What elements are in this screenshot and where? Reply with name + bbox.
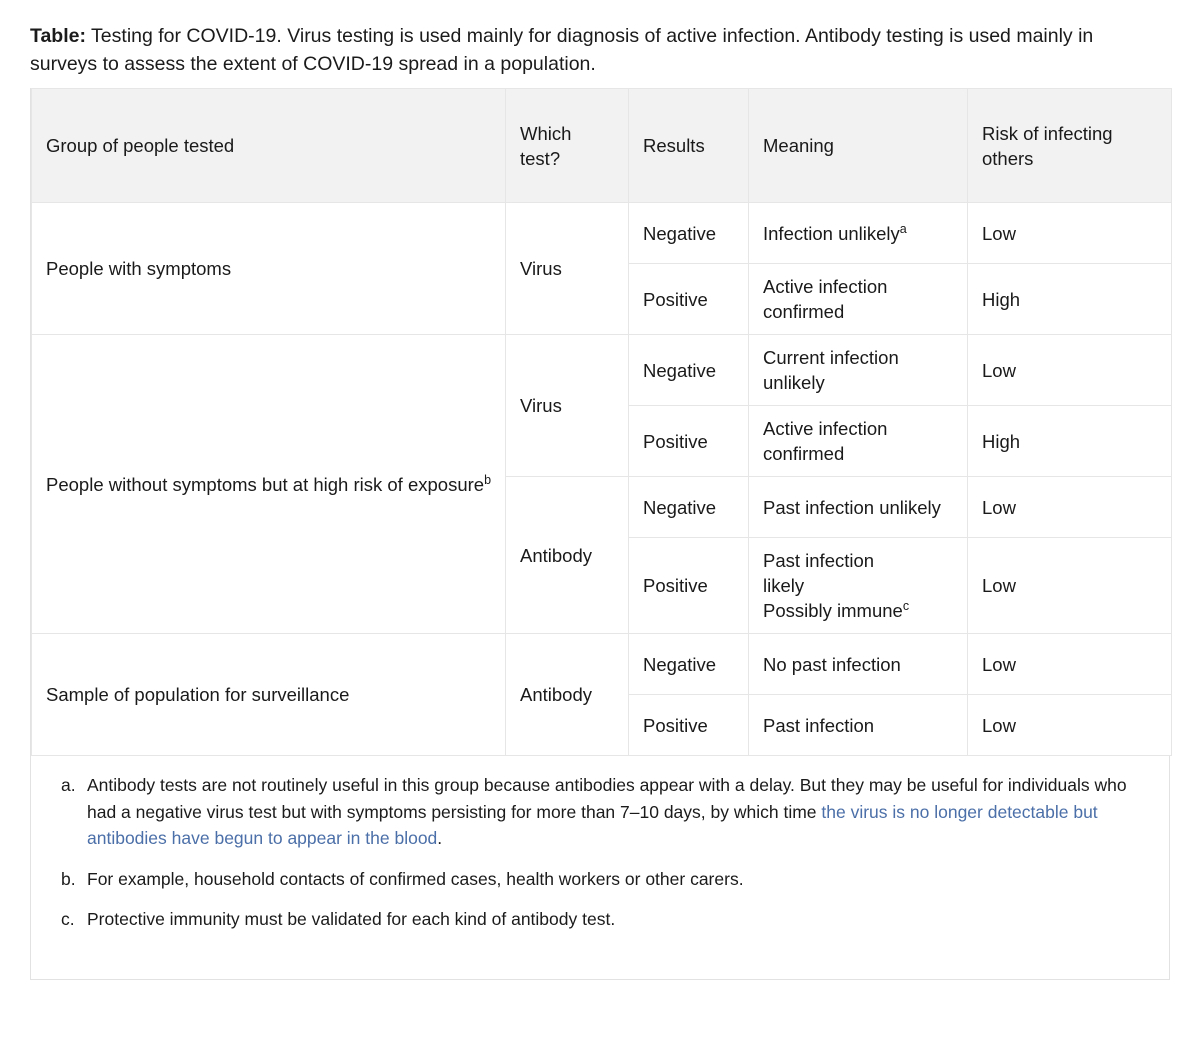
meaning-text-line3: Possibly immunec [763, 598, 953, 623]
footnote-a-tail: . [437, 828, 443, 848]
meaning-text-line3-label: Possibly immune [763, 600, 903, 621]
result-cell: Positive [628, 405, 749, 477]
table-frame: Group of people tested Which test? Resul… [30, 88, 1172, 980]
meaning-text: Infection unlikely [763, 222, 900, 244]
risk-cell: Low [967, 202, 1172, 264]
result-cell: Positive [628, 263, 749, 335]
footnote-ref-a: a [899, 221, 907, 236]
risk-cell: Low [967, 334, 1172, 406]
meaning-text-line1: Past infection [763, 550, 875, 571]
which-test-cell: Antibody [505, 633, 629, 756]
table-header: Group of people tested Which test? Resul… [31, 88, 1172, 203]
which-test-cell: Antibody [505, 476, 629, 634]
risk-cell: Low [967, 694, 1172, 756]
table-body: People with symptoms Virus Negative Infe… [31, 202, 1172, 756]
column-header-results: Results [628, 88, 749, 203]
group-label-people-with-symptoms: People with symptoms [31, 202, 506, 335]
result-cell: Positive [628, 694, 749, 756]
footnote-c-text: Protective immunity must be validated fo… [87, 909, 616, 929]
result-cell: Negative [628, 633, 749, 695]
footnote-c: c. Protective immunity must be validated … [61, 906, 1139, 933]
table-caption: Table: Testing for COVID-19. Virus testi… [30, 22, 1150, 78]
which-test-cell: Virus [505, 334, 629, 477]
group-label-people-without-symptoms: People without symptoms but at high risk… [31, 334, 506, 634]
which-test-cell: Virus [505, 202, 629, 335]
meaning-cell: No past infection [748, 633, 968, 695]
result-cell: Negative [628, 476, 749, 538]
meaning-cell: Active infection confirmed [748, 405, 968, 477]
table-row: Sample of population for surveillance An… [31, 633, 1172, 756]
footnote-b: b. For example, household contacts of con… [61, 866, 1139, 893]
risk-cell: Low [967, 537, 1172, 634]
page-root: Table: Testing for COVID-19. Virus testi… [0, 0, 1200, 980]
table-row: People without symptoms but at high risk… [31, 334, 1172, 634]
meaning-cell: Past infection likely Possibly immunec [748, 537, 968, 634]
result-cell: Negative [628, 202, 749, 264]
result-cell: Positive [628, 537, 749, 634]
meaning-cell: Current infection unlikely [748, 334, 968, 406]
group-label-sample-of-population: Sample of population for surveillance [31, 633, 506, 756]
table-header-row: Group of people tested Which test? Resul… [31, 88, 1172, 203]
meaning-cell: Past infection unlikely [748, 476, 968, 538]
footnote-ref-b: b [484, 472, 492, 487]
caption-text: Testing for COVID-19. Virus testing is u… [30, 25, 1094, 75]
table-row: People with symptoms Virus Negative Infe… [31, 202, 1172, 335]
footnote-a: a. Antibody tests are not routinely usefu… [61, 772, 1139, 852]
group-label-text: People without symptoms but at high risk… [46, 473, 485, 495]
meaning-text-line2: likely [763, 575, 805, 596]
covid-testing-table: Group of people tested Which test? Resul… [31, 88, 1172, 756]
meaning-cell: Past infection [748, 694, 968, 756]
risk-cell: High [967, 263, 1172, 335]
footnote-b-marker: b. [61, 868, 76, 889]
footnote-a-marker: a. [61, 775, 76, 795]
footnote-c-marker: c. [61, 909, 75, 929]
result-cell: Negative [628, 334, 749, 406]
footnote-b-text: For example, household contacts of confi… [87, 868, 744, 889]
risk-cell: Low [967, 633, 1172, 695]
caption-lead-label: Table: [30, 25, 86, 47]
footnotes-section: a. Antibody tests are not routinely usefu… [31, 756, 1169, 979]
column-header-which-test: Which test? [505, 88, 629, 203]
meaning-cell: Infection unlikelya [748, 202, 968, 264]
meaning-cell: Active infection confirmed [748, 263, 968, 335]
footnote-ref-c: c [902, 598, 910, 613]
column-header-group: Group of people tested [31, 88, 506, 203]
risk-cell: Low [967, 476, 1172, 538]
column-header-risk: Risk of infecting others [967, 88, 1172, 203]
risk-cell: High [967, 405, 1172, 477]
column-header-meaning: Meaning [748, 88, 968, 203]
